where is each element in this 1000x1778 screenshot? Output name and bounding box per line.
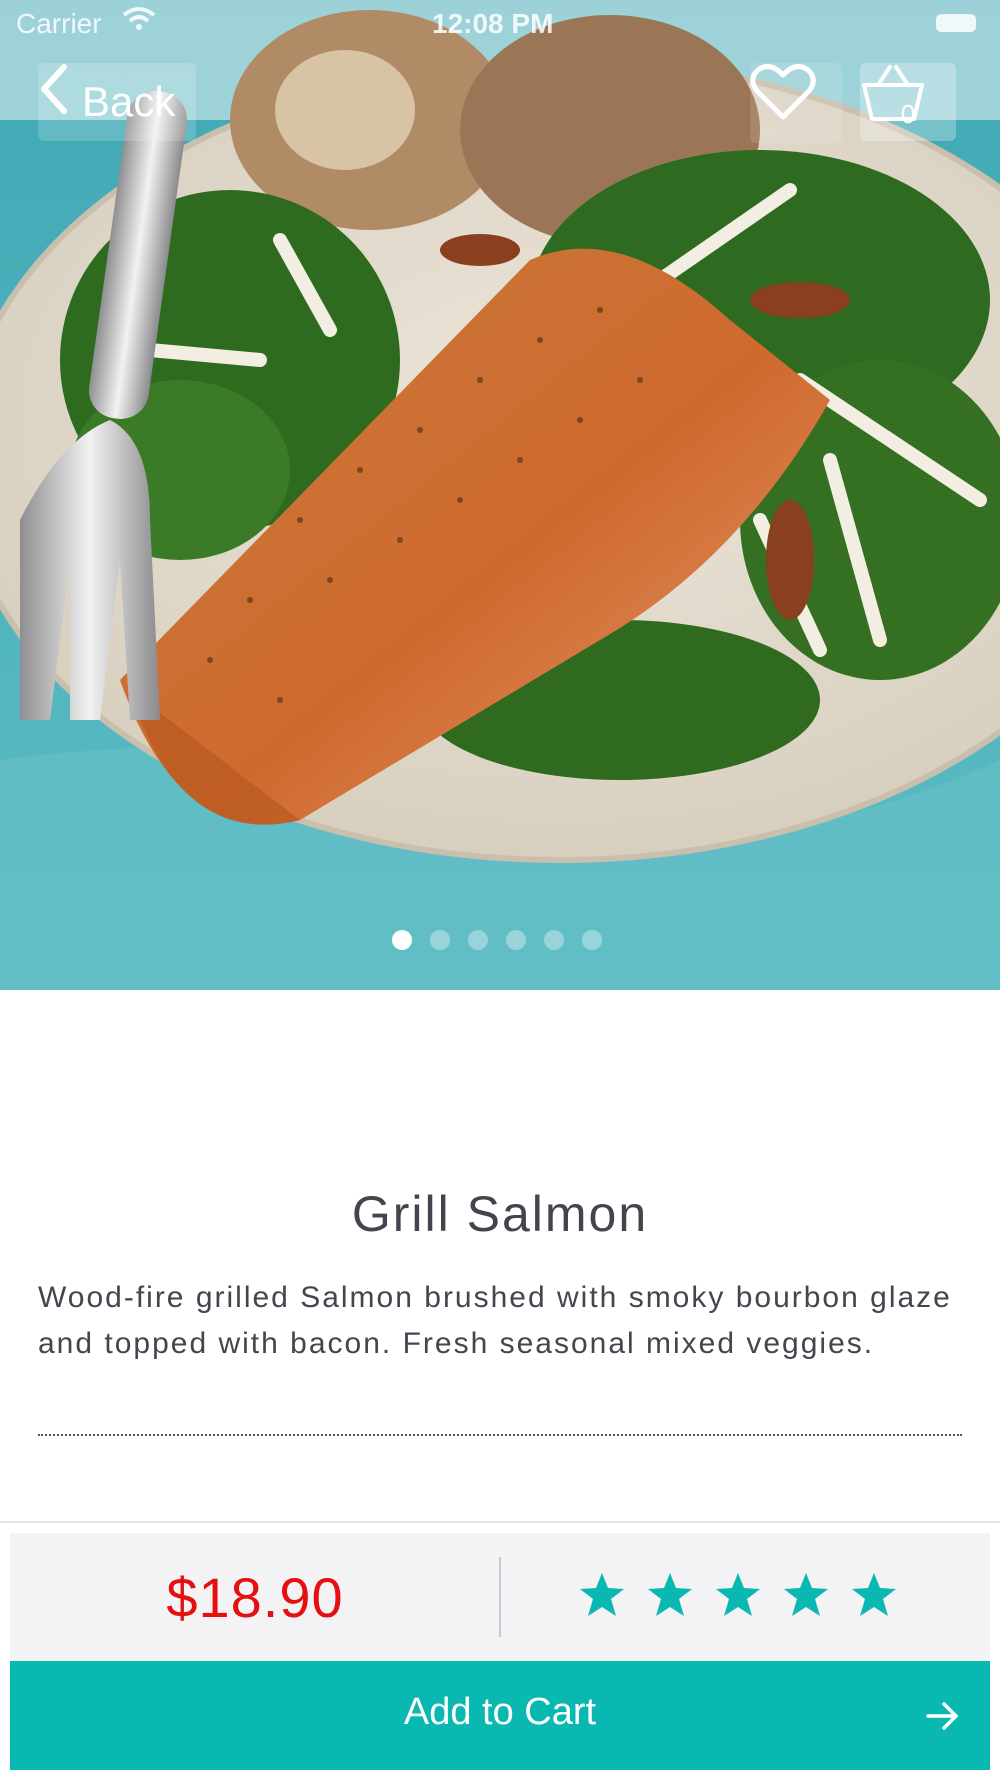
cart-button[interactable]: 0 (860, 63, 956, 141)
page-dot[interactable] (506, 930, 526, 950)
price-rating-bar: $18.90 (10, 1533, 990, 1661)
product-price: $18.90 (166, 1565, 344, 1629)
clock-time: 12:08 PM (432, 8, 554, 39)
page-dot[interactable] (544, 930, 564, 950)
footer-separator (0, 1521, 1000, 1523)
add-to-cart-button[interactable]: Add to Cart (10, 1661, 990, 1770)
status-bar: Carrier 12:08 PM (0, 0, 1000, 50)
page-dot[interactable] (430, 930, 450, 950)
page-dot[interactable] (582, 930, 602, 950)
add-to-cart-label: Add to Cart (403, 1691, 597, 1733)
star-icon[interactable] (782, 1571, 830, 1619)
favorite-button[interactable] (750, 63, 842, 143)
salmon-plate-illustration (0, 0, 1000, 990)
gallery-page-indicator[interactable] (392, 930, 602, 950)
page-dot[interactable] (392, 930, 412, 950)
star-icon[interactable] (850, 1571, 898, 1619)
product-title: Grill Salmon (351, 1186, 649, 1242)
battery-icon (936, 14, 976, 32)
chevron-left-icon (41, 64, 84, 132)
product-image[interactable]: Carrier 12:08 PM Back 0 (0, 0, 1000, 990)
back-button[interactable]: Back (38, 63, 196, 141)
carrier-label: Carrier (16, 8, 102, 39)
cart-count-badge: 0 (900, 99, 916, 129)
rating-stars[interactable] (578, 1571, 898, 1619)
back-button-label: Back (82, 78, 176, 125)
arrow-right-icon (926, 1701, 960, 1736)
divider (38, 1434, 962, 1436)
star-icon[interactable] (578, 1571, 626, 1619)
page-dot[interactable] (468, 930, 488, 950)
star-icon[interactable] (646, 1571, 694, 1619)
star-icon[interactable] (714, 1571, 762, 1619)
vertical-divider (499, 1557, 501, 1637)
product-description: Wood-fire grilled Salmon brushed with sm… (38, 1281, 952, 1360)
